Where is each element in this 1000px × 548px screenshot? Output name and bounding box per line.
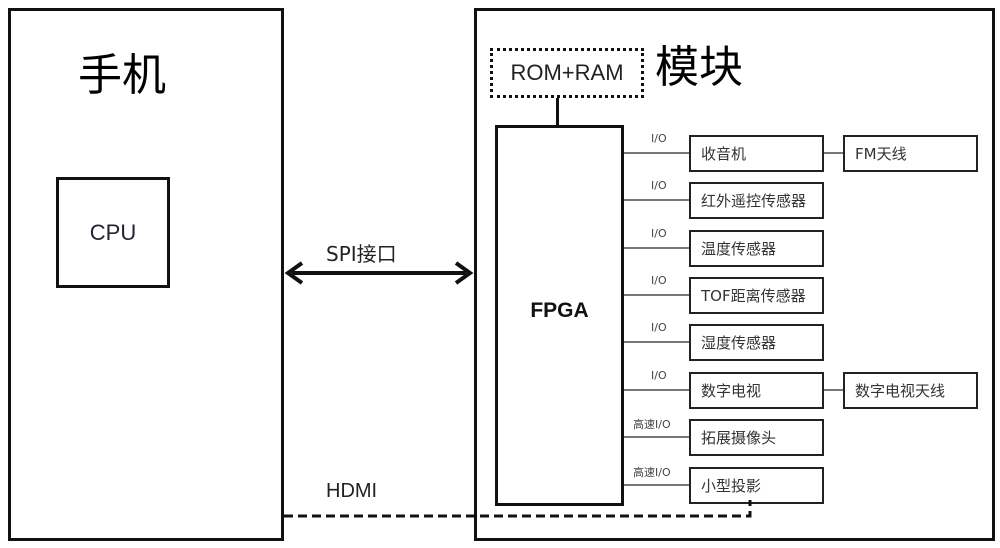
hdmi-label: HDMI: [326, 480, 378, 502]
spi-label: SPI接口: [326, 242, 397, 266]
connectors-layer: [284, 261, 752, 518]
